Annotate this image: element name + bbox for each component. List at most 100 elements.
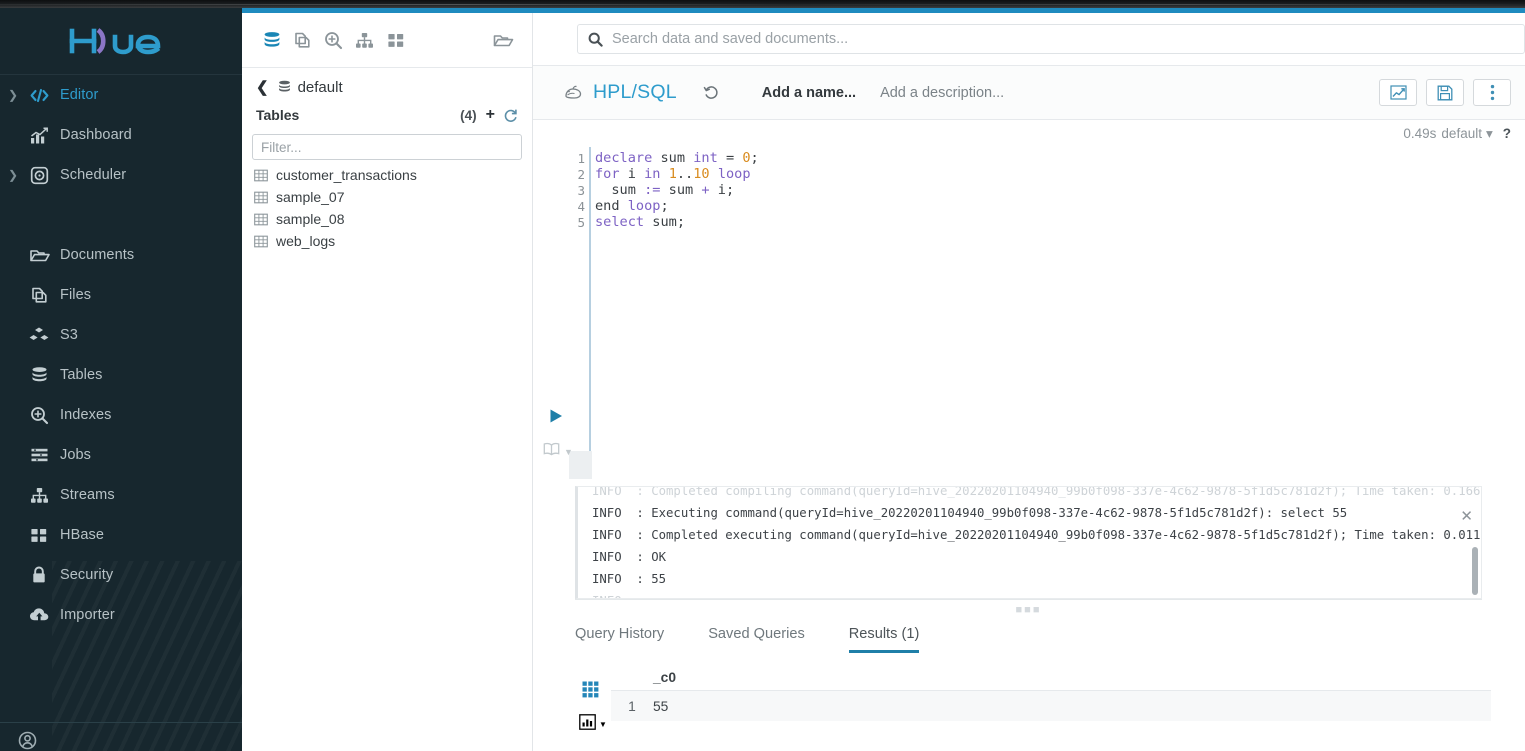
presentation-mode-toggle[interactable]: ▼: [543, 442, 573, 461]
list-item[interactable]: web_logs: [242, 230, 532, 252]
hue-editor-app: ❯ Editor ❯ Dashboard ❯ Scheduler ❯: [0, 0, 1525, 751]
log-panel[interactable]: INFO : Completed compiling command(query…: [575, 486, 1482, 599]
list-item[interactable]: customer_transactions: [242, 164, 532, 186]
line-number: 2: [577, 167, 585, 182]
cloud-upload-icon: [22, 607, 56, 623]
sidebar: ❯ Editor ❯ Dashboard ❯ Scheduler ❯: [0, 8, 242, 751]
sidebar-item-label: Dashboard: [60, 127, 132, 143]
lock-icon: [22, 566, 56, 584]
chevron-down-icon[interactable]: ▼: [599, 720, 607, 729]
sidebar-item-tables[interactable]: ❯ Tables: [0, 355, 242, 395]
code-line[interactable]: select sum;: [595, 214, 685, 230]
refresh-icon[interactable]: [503, 108, 518, 123]
code-token: int: [693, 150, 726, 166]
table-icon: [254, 235, 268, 248]
line-number: 4: [577, 199, 585, 214]
result-tabs: Query History Saved Queries Results (1): [575, 618, 1525, 659]
sidebar-item-dashboard[interactable]: ❯ Dashboard: [0, 115, 242, 155]
log-line: INFO : 55: [592, 572, 667, 586]
code-line[interactable]: for i in 1..10 loop: [595, 166, 751, 182]
assist-tables-count: (4): [460, 107, 477, 123]
save-button[interactable]: [1426, 79, 1464, 106]
code-token: =: [725, 150, 743, 166]
help-icon[interactable]: ?: [1503, 126, 1511, 141]
search-plus-icon: [22, 406, 56, 425]
log-scrollbar[interactable]: [1472, 547, 1478, 595]
sidebar-item-files[interactable]: ❯ Files: [0, 275, 242, 315]
code-line[interactable]: declare sum int = 0;: [595, 150, 759, 166]
editor-status-line: 0.49s default ▾ ?: [533, 120, 1525, 147]
list-item[interactable]: sample_07: [242, 186, 532, 208]
grid-view-icon[interactable]: [579, 678, 601, 700]
run-query-button[interactable]: [545, 405, 567, 427]
table-row[interactable]: 1 55: [611, 691, 1491, 721]
query-duration: 0.49s: [1403, 126, 1437, 141]
table-filter-input[interactable]: [252, 134, 522, 160]
sidebar-item-security[interactable]: Security: [0, 555, 242, 595]
column-header[interactable]: _c0: [653, 670, 676, 685]
chart-view-icon[interactable]: [579, 714, 596, 735]
table-name: sample_07: [276, 189, 345, 205]
chart-button[interactable]: [1379, 79, 1417, 106]
chevron-down-icon[interactable]: ▾: [1486, 126, 1493, 142]
close-icon[interactable]: ✕: [1460, 507, 1473, 525]
sidebar-item-label: Tables: [60, 367, 103, 383]
history-icon[interactable]: [703, 84, 720, 101]
chevron-down-icon[interactable]: ▼: [564, 447, 573, 457]
assist-database-breadcrumb[interactable]: ❮ default: [242, 68, 532, 100]
line-number: 5: [577, 215, 585, 230]
assist-tab-sitemap-icon[interactable]: [349, 25, 380, 55]
code-line[interactable]: end loop;: [595, 198, 669, 214]
sidebar-item-streams[interactable]: Streams: [0, 475, 242, 515]
code-token: loop: [627, 198, 661, 214]
search-icon: [588, 32, 603, 47]
chevron-right-icon: ❯: [7, 168, 19, 182]
assist-tab-grid-icon[interactable]: [380, 25, 411, 55]
sidebar-item-user[interactable]: [0, 723, 242, 751]
name-field[interactable]: Add a name...: [762, 85, 856, 101]
description-field[interactable]: Add a description...: [880, 85, 1004, 101]
sql-editor[interactable]: 1 2 3 4 5 declare sum int = 0; for i in …: [533, 147, 1525, 479]
tab-query-history[interactable]: Query History: [575, 618, 664, 653]
search-input[interactable]: Search data and saved documents...: [577, 24, 1525, 54]
chart-view-row[interactable]: ▼: [579, 714, 607, 735]
assist-database-name: default: [297, 78, 343, 96]
table-header-row: _c0: [611, 665, 1491, 691]
code-token: ;: [660, 198, 669, 214]
assist-tab-documents-icon[interactable]: [287, 25, 318, 55]
hive-icon: [563, 84, 583, 102]
sidebar-item-label: Scheduler: [60, 167, 127, 183]
assist-panel: ❮ default Tables (4) + customer_transact…: [242, 13, 533, 751]
log-line: INFO : Completed executing command(query…: [592, 528, 1482, 542]
assist-folder-open-icon[interactable]: [487, 25, 518, 55]
sidebar-item-documents[interactable]: ❯ Documents: [0, 235, 242, 275]
plus-icon[interactable]: +: [486, 106, 495, 124]
assist-tab-search-plus-icon[interactable]: [318, 25, 349, 55]
assist-tab-database-icon[interactable]: [256, 25, 287, 55]
sidebar-item-hbase[interactable]: HBase: [0, 515, 242, 555]
sidebar-item-label: Editor: [60, 87, 99, 103]
assist-toolbar: [242, 13, 532, 68]
sidebar-item-label: Streams: [60, 487, 115, 503]
sidebar-item-label: Indexes: [60, 407, 112, 423]
sidebar-item-editor[interactable]: ❯ Editor: [0, 75, 242, 115]
more-menu-button[interactable]: [1473, 79, 1511, 106]
grid-icon: [22, 527, 56, 544]
query-database[interactable]: default: [1441, 126, 1482, 141]
sidebar-item-s3[interactable]: ❯ S3: [0, 315, 242, 355]
chevron-left-icon[interactable]: ❮: [256, 78, 269, 96]
code-line[interactable]: sum := sum + i;: [595, 182, 734, 198]
tab-saved-queries[interactable]: Saved Queries: [708, 618, 805, 653]
code-token: ;: [750, 150, 759, 166]
sidebar-item-importer[interactable]: Importer: [0, 595, 242, 635]
log-resize-handle[interactable]: ■■■: [575, 605, 1482, 616]
sidebar-item-label: Documents: [60, 247, 135, 263]
sidebar-item-jobs[interactable]: ❯ Jobs: [0, 435, 242, 475]
tab-results[interactable]: Results (1): [848, 618, 919, 653]
code-icon: [22, 88, 56, 103]
hue-logo[interactable]: [0, 8, 242, 74]
list-item[interactable]: sample_08: [242, 208, 532, 230]
sidebar-item-indexes[interactable]: ❯ Indexes: [0, 395, 242, 435]
assist-table-list: customer_transactions sample_07 sample_0…: [242, 164, 532, 252]
sidebar-item-scheduler[interactable]: ❯ Scheduler: [0, 155, 242, 195]
